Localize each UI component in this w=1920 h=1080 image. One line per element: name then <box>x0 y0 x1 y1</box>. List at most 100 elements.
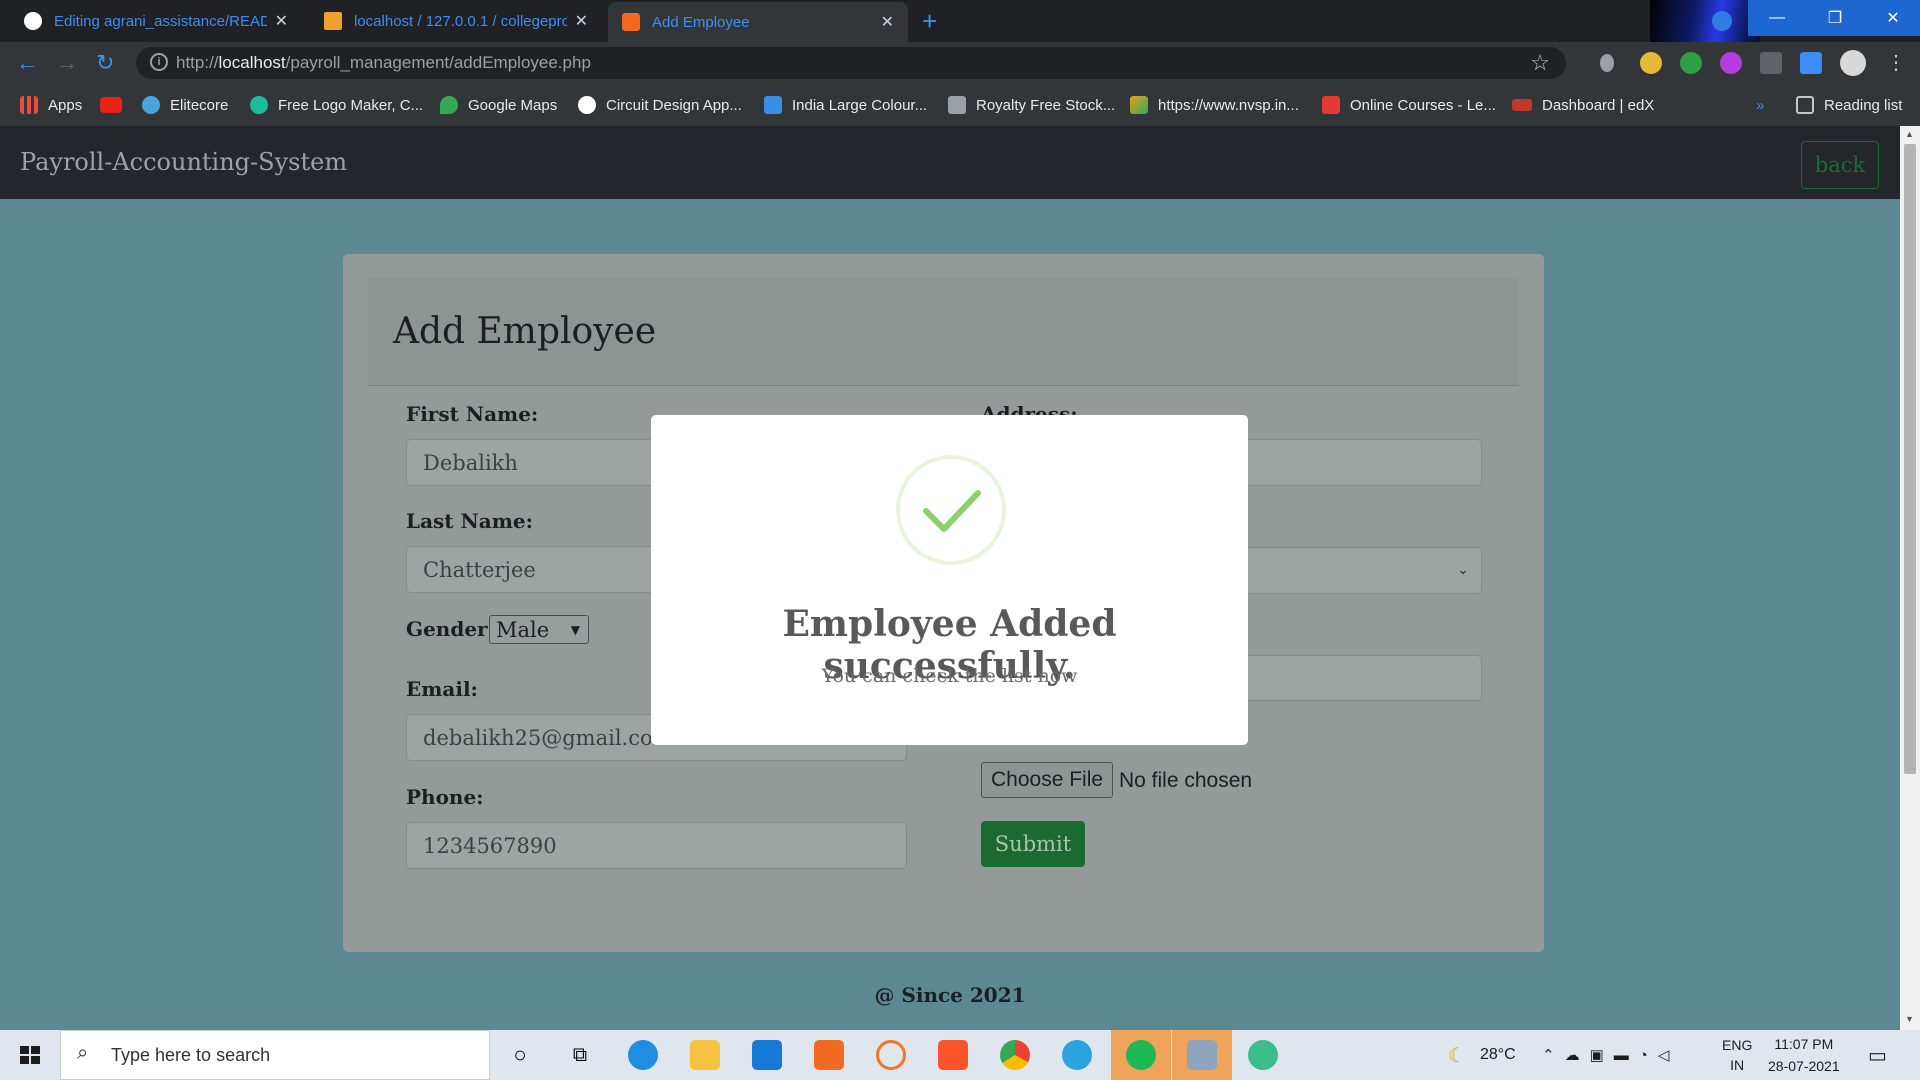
taskbar-search-input[interactable]: ⌕ Type here to search <box>60 1030 490 1080</box>
cloud-icon[interactable]: ☁ <box>1565 1046 1590 1064</box>
chevron-down-icon: ⌄ <box>1457 562 1469 578</box>
telegram-icon[interactable] <box>1062 1040 1092 1070</box>
address-bar-row: ← → ↻ i http://localhost/payroll_managem… <box>0 42 1920 84</box>
url-scheme: http:// <box>176 53 219 72</box>
volume-icon[interactable]: ◁ <box>1658 1046 1680 1064</box>
xampp-icon <box>622 13 640 31</box>
first-name-label: First Name: <box>406 402 539 426</box>
bookmark-label: Apps <box>48 96 83 114</box>
restore-button[interactable]: ❐ <box>1806 0 1864 36</box>
bookmark-online-courses[interactable]: Online Courses - Le... <box>1322 84 1496 126</box>
tab-github[interactable]: Editing agrani_assistance/READM ✕ <box>10 4 302 38</box>
mail-icon[interactable] <box>752 1040 782 1070</box>
bookmark-label: Free Logo Maker, C... <box>278 96 424 114</box>
extension-icon[interactable] <box>1760 52 1782 74</box>
jupyter-icon[interactable] <box>876 1040 906 1070</box>
close-tab-icon[interactable]: ✕ <box>881 12 894 32</box>
url-input[interactable]: i http://localhost/payroll_management/ad… <box>136 47 1566 79</box>
phone-input[interactable]: 1234567890 <box>406 822 907 869</box>
choose-file-button[interactable]: Choose File <box>981 762 1114 798</box>
tab-add-employee[interactable]: Add Employee ✕ <box>608 2 908 42</box>
clock[interactable]: 11:07 PM 28-07-2021 <box>1768 1030 1840 1080</box>
chrome-icon[interactable] <box>1000 1040 1030 1070</box>
tab-phpmyadmin[interactable]: localhost / 127.0.0.1 / collegepro ✕ <box>310 4 602 38</box>
back-button[interactable]: back <box>1801 141 1879 189</box>
cortana-icon[interactable]: ○ <box>490 1030 550 1080</box>
wifi-icon[interactable]: ◔ <box>1639 1047 1658 1064</box>
device-icon[interactable]: ▣ <box>1590 1046 1614 1064</box>
puzzle-icon[interactable] <box>1800 52 1822 74</box>
logo-maker-icon <box>250 96 268 114</box>
bookmark-royalty-free[interactable]: Royalty Free Stock... <box>948 84 1115 126</box>
bookmark-label: Circuit Design App... <box>606 96 742 114</box>
lang-bottom: IN <box>1730 1057 1745 1073</box>
reload-icon[interactable]: ↻ <box>96 50 114 76</box>
battery-icon[interactable]: ▬ <box>1614 1047 1639 1064</box>
xampp-icon[interactable] <box>814 1040 844 1070</box>
app-slot[interactable] <box>1172 1030 1232 1080</box>
reading-list-label: Reading list <box>1824 96 1903 114</box>
bookmark-apps[interactable]: Apps <box>20 84 82 126</box>
tab-search-icon[interactable] <box>1712 11 1732 31</box>
gender-label: Gender: <box>406 617 495 641</box>
extension-icon[interactable] <box>1720 52 1742 74</box>
edx-icon <box>1512 99 1532 111</box>
spotify-slot[interactable] <box>1111 1030 1171 1080</box>
weather-widget[interactable]: ☾ 28°C <box>1448 1030 1516 1080</box>
chevron-up-icon[interactable]: ⌃ <box>1542 1046 1565 1064</box>
close-window-button[interactable]: ✕ <box>1864 0 1920 36</box>
bookmark-star-icon[interactable]: ☆ <box>1530 50 1550 76</box>
tab-title: Add Employee <box>652 13 750 31</box>
brand-title[interactable]: Payroll-Accounting-System <box>20 148 347 176</box>
edge-icon[interactable] <box>628 1040 658 1070</box>
system-tray-icons[interactable]: ⌃ ☁ ▣ ▬ ◔ ◁ <box>1542 1030 1679 1080</box>
bookmark-elitecore[interactable]: Elitecore <box>142 84 228 126</box>
bookmarks-overflow[interactable]: » <box>1756 84 1764 126</box>
windows-taskbar: ⌕ Type here to search ○ ⧉ ☾ 28°C ⌃ ☁ ▣ ▬… <box>0 1030 1920 1080</box>
bookmark-youtube[interactable] <box>100 84 132 126</box>
bookmark-label: https://www.nvsp.in... <box>1158 96 1299 114</box>
extension-icon[interactable] <box>1640 52 1662 74</box>
scroll-down-icon[interactable]: ▼ <box>1905 1014 1914 1024</box>
page-scrollbar[interactable]: ▲ ▼ <box>1900 126 1920 1030</box>
minimize-button[interactable]: — <box>1748 0 1806 36</box>
windows-start-button[interactable] <box>0 1030 60 1080</box>
bookmark-edx[interactable]: Dashboard | edX <box>1512 84 1654 126</box>
atom-icon[interactable] <box>1248 1040 1278 1070</box>
new-tab-button[interactable]: + <box>922 6 937 37</box>
card-header: Add Employee <box>368 279 1519 386</box>
gender-select[interactable]: Male ▼ <box>489 615 589 644</box>
bookmark-logo-maker[interactable]: Free Logo Maker, C... <box>250 84 423 126</box>
task-view-icon[interactable]: ⧉ <box>550 1030 610 1080</box>
gender-value: Male <box>496 617 550 642</box>
extension-icon[interactable] <box>1600 54 1614 72</box>
bookmark-google-maps[interactable]: Google Maps <box>440 84 557 126</box>
notification-icon[interactable]: ▭ <box>1868 1030 1887 1080</box>
extension-icon[interactable] <box>1680 52 1702 74</box>
file-explorer-icon[interactable] <box>690 1040 720 1070</box>
search-placeholder: Type here to search <box>111 1044 271 1065</box>
reading-list-icon <box>1796 96 1814 114</box>
scrollbar-thumb[interactable] <box>1904 144 1916 774</box>
language-indicator[interactable]: ENG IN <box>1722 1030 1752 1080</box>
close-tab-icon[interactable]: ✕ <box>275 11 288 31</box>
bookmark-nvsp[interactable]: https://www.nvsp.in... <box>1130 84 1299 126</box>
bookmark-label: Google Maps <box>468 96 558 114</box>
site-info-icon[interactable]: i <box>150 53 168 71</box>
reading-list-button[interactable]: Reading list <box>1796 84 1902 126</box>
kebab-menu-icon[interactable]: ⋮ <box>1886 50 1906 75</box>
youtube-icon <box>100 97 122 113</box>
bookmark-india-colour[interactable]: India Large Colour... <box>764 84 927 126</box>
tab-title: localhost / 127.0.0.1 / collegepro <box>354 12 567 30</box>
bookmark-label: India Large Colour... <box>792 96 928 114</box>
notepad-icon <box>1187 1040 1217 1070</box>
scroll-up-icon[interactable]: ▲ <box>1905 129 1914 139</box>
bookmark-circuit-design[interactable]: Circuit Design App... <box>578 84 742 126</box>
avatar[interactable] <box>1840 50 1866 76</box>
submit-button[interactable]: Submit <box>981 821 1085 867</box>
close-tab-icon[interactable]: ✕ <box>575 11 588 31</box>
browser-tab-bar: Editing agrani_assistance/READM ✕ localh… <box>0 0 1920 128</box>
brave-icon[interactable] <box>938 1040 968 1070</box>
forward-arrow-icon[interactable]: → <box>56 50 78 76</box>
back-arrow-icon[interactable]: ← <box>16 50 38 76</box>
